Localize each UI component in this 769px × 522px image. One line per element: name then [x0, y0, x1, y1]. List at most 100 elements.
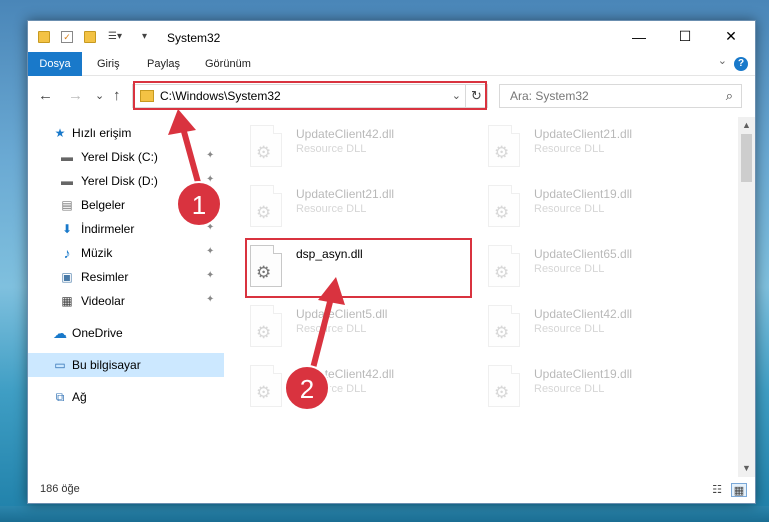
file-type: Resource DLL [534, 383, 605, 395]
file-name: UpdateClient42.dll [296, 127, 395, 141]
new-folder-icon[interactable] [84, 31, 96, 43]
pin-icon[interactable]: ✦ [206, 150, 214, 161]
file-item[interactable]: ⚙ UpdateClient42.dll Resource DLL [230, 359, 460, 415]
pin-icon[interactable]: ✦ [206, 246, 214, 257]
pin-icon[interactable]: ✦ [206, 174, 214, 185]
sidebar-item-local-disk-c[interactable]: ▬ Yerel Disk (C:) ✦ [28, 145, 224, 169]
close-button[interactable]: ✕ [708, 21, 754, 52]
file-type: Resource DLL [534, 203, 605, 215]
gear-icon: ⚙ [256, 383, 272, 402]
large-icons-view-icon[interactable]: ▦ [731, 483, 747, 497]
ribbon-tabs: Dosya Giriş Paylaş Görünüm ⌄ ? [28, 52, 755, 76]
folder-icon [38, 31, 50, 43]
recent-locations-icon[interactable]: ⌄ [95, 89, 104, 102]
details-view-icon[interactable]: ☷ [709, 483, 725, 497]
dll-file-icon: ⚙ [250, 125, 282, 167]
gear-icon: ⚙ [494, 143, 510, 162]
file-type: Resource DLL [296, 143, 367, 155]
drive-icon: ▬ [61, 174, 73, 188]
search-placeholder: Ara: System32 [510, 89, 589, 103]
up-arrow-icon[interactable]: ↑ [113, 87, 121, 104]
pictures-icon: ▣ [61, 270, 73, 284]
pin-icon[interactable]: ✦ [206, 270, 214, 281]
gear-icon: ⚙ [494, 323, 510, 342]
sidebar-item-documents[interactable]: ▤ Belgeler ✦ [28, 193, 224, 217]
sidebar-item-pictures[interactable]: ▣ Resimler ✦ [28, 265, 224, 289]
tab-home[interactable]: Giriş [97, 52, 120, 76]
vertical-scrollbar[interactable]: ▲ ▼ [738, 117, 755, 477]
network-icon: ⧉ [55, 389, 65, 404]
sidebar-item-label: OneDrive [72, 326, 123, 340]
tab-file[interactable]: Dosya [28, 52, 82, 76]
file-item[interactable]: ⚙ UpdateClient19.dll Resource DLL [468, 359, 698, 415]
dll-file-icon: ⚙ [488, 245, 520, 287]
navigation-pane: ★ Hızlı erişim ▬ Yerel Disk (C:) ✦ ▬ Yer… [28, 117, 224, 477]
back-arrow-icon[interactable]: ← [38, 87, 53, 104]
file-name: UpdateClient19.dll [534, 187, 633, 201]
file-item[interactable]: ⚙ UpdateClient19.dll Resource DLL [468, 179, 698, 235]
tab-share[interactable]: Paylaş [147, 52, 180, 76]
gear-icon: ⚙ [256, 323, 272, 342]
file-item[interactable]: ⚙ UpdateClient42.dll Resource DLL [230, 119, 460, 175]
dll-file-icon: ⚙ [488, 185, 520, 227]
pin-icon[interactable]: ✦ [206, 198, 214, 209]
dll-file-icon: ⚙ [250, 305, 282, 347]
scroll-down-arrow-icon[interactable]: ▼ [738, 460, 755, 477]
document-icon: ▤ [61, 198, 73, 212]
file-item[interactable]: ⚙ UpdateClient42.dll Resource DLL [468, 299, 698, 355]
gear-icon: ⚙ [494, 383, 510, 402]
music-icon: ♪ [63, 245, 71, 261]
sidebar-item-label: Yerel Disk (C:) [81, 150, 158, 164]
dll-file-icon: ⚙ [488, 365, 520, 407]
sidebar-item-label: Ağ [72, 390, 87, 404]
scroll-up-arrow-icon[interactable]: ▲ [738, 117, 755, 134]
download-icon: ⬇ [61, 222, 73, 236]
chevron-down-icon[interactable]: ⌄ [718, 54, 727, 67]
dll-file-icon: ⚙ [250, 365, 282, 407]
forward-arrow-icon[interactable]: → [68, 87, 83, 104]
pin-icon[interactable]: ✦ [206, 222, 214, 233]
star-icon: ★ [54, 126, 66, 140]
sidebar-item-videos[interactable]: ▦ Videolar ✦ [28, 289, 224, 313]
quick-access-menu-icon[interactable]: ☰▾ [108, 31, 128, 43]
tab-view[interactable]: Görünüm [205, 52, 251, 76]
file-type: Resource DLL [534, 143, 605, 155]
sidebar-item-quick-access[interactable]: ★ Hızlı erişim [28, 121, 224, 145]
sidebar-item-local-disk-d[interactable]: ▬ Yerel Disk (D:) ✦ [28, 169, 224, 193]
customize-toolbar-icon[interactable]: ▾ [142, 31, 154, 43]
gear-icon: ⚙ [494, 203, 510, 222]
pin-icon[interactable]: ✦ [206, 294, 214, 305]
file-highlight [245, 238, 472, 298]
file-type: Resource DLL [296, 323, 367, 335]
properties-icon[interactable]: ✓ [61, 31, 73, 43]
sidebar-item-network[interactable]: ⧉ Ağ [28, 385, 224, 409]
file-name: UpdateClient42.dll [534, 307, 633, 321]
file-type: Resource DLL [534, 323, 605, 335]
file-item[interactable]: ⚙ UpdateClient21.dll Resource DLL [230, 179, 460, 235]
sidebar-item-music[interactable]: ♪ Müzik ✦ [28, 241, 224, 265]
file-name: UpdateClient5.dll [296, 307, 388, 321]
gear-icon: ⚙ [256, 143, 272, 162]
file-item[interactable]: ⚙ UpdateClient65.dll Resource DLL [468, 239, 698, 295]
sidebar-item-label: Hızlı erişim [72, 126, 132, 140]
search-box[interactable]: Ara: System32 ⌕ [499, 84, 742, 108]
maximize-button[interactable]: ☐ [662, 21, 708, 52]
file-name: UpdateClient65.dll [534, 247, 633, 261]
help-icon[interactable]: ? [734, 57, 748, 71]
sidebar-item-this-pc[interactable]: ▭ Bu bilgisayar [28, 353, 224, 377]
address-bar-highlight [133, 81, 487, 110]
dll-file-icon: ⚙ [250, 185, 282, 227]
dll-file-icon: ⚙ [488, 125, 520, 167]
file-item[interactable]: ⚙ UpdateClient5.dll Resource DLL [230, 299, 460, 355]
scrollbar-thumb[interactable] [741, 134, 752, 182]
sidebar-item-onedrive[interactable]: ☁ OneDrive [28, 321, 224, 345]
sidebar-item-downloads[interactable]: ⬇ İndirmeler ✦ [28, 217, 224, 241]
search-icon[interactable]: ⌕ [726, 88, 733, 104]
status-bar: 186 öğe ☷ ▦ [28, 477, 755, 503]
sidebar-item-label: Bu bilgisayar [72, 358, 141, 372]
sidebar-item-label: Resimler [81, 270, 129, 284]
dll-file-icon: ⚙ [488, 305, 520, 347]
minimize-button[interactable]: — [616, 21, 662, 52]
file-item[interactable]: ⚙ UpdateClient21.dll Resource DLL [468, 119, 698, 175]
item-count: 186 öğe [40, 483, 80, 495]
